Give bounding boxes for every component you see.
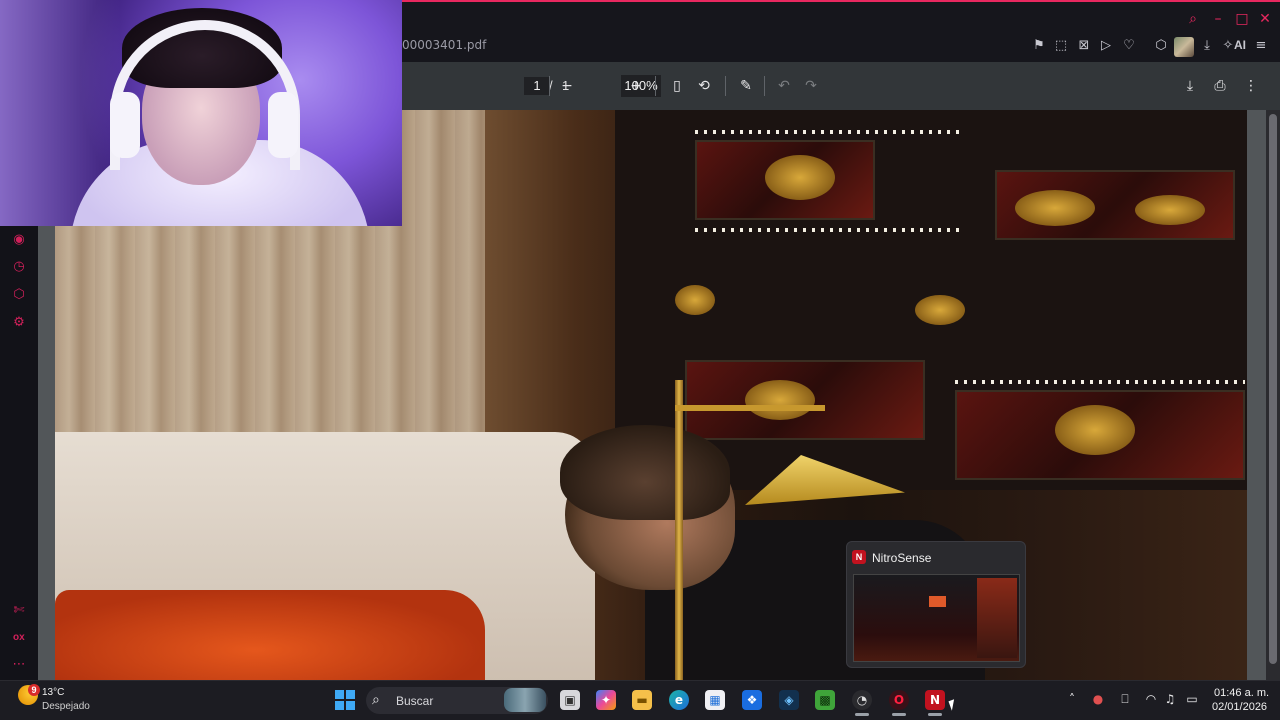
- zoom-out-icon[interactable]: −: [557, 76, 577, 96]
- ox-icon[interactable]: ox: [13, 632, 25, 643]
- volume-icon[interactable]: ♫: [1162, 691, 1178, 707]
- microphone-icon[interactable]: ⎕: [1117, 691, 1133, 707]
- headphone-earcup: [268, 92, 298, 158]
- nitrosense-icon: N: [852, 550, 866, 564]
- opera-gx-icon[interactable]: O: [889, 690, 909, 710]
- security-icon[interactable]: ●: [1090, 691, 1106, 707]
- history-icon[interactable]: ◷: [11, 259, 27, 275]
- weather-desc[interactable]: Despejado: [42, 701, 90, 712]
- preview-title: NitroSense: [872, 551, 932, 565]
- nitrosense-icon[interactable]: N: [925, 690, 945, 710]
- ai-label[interactable]: AI: [1234, 38, 1246, 52]
- wifi-icon[interactable]: ◠: [1143, 691, 1159, 707]
- extensions-icon[interactable]: ⬡: [11, 287, 27, 303]
- weather-badge: 9: [28, 684, 40, 696]
- undo-icon[interactable]: ↶: [774, 76, 794, 96]
- chrome-icon[interactable]: ◔: [852, 690, 872, 710]
- minimize-icon[interactable]: –: [1210, 10, 1226, 28]
- screenshot-icon[interactable]: ⬚: [1052, 37, 1070, 55]
- lamp-pole: [675, 380, 683, 680]
- download-icon[interactable]: ⤓: [1180, 76, 1200, 96]
- scrollbar-thumb[interactable]: [1269, 114, 1277, 664]
- chevron-up-icon[interactable]: ˄: [1064, 691, 1080, 707]
- divider: [549, 76, 550, 96]
- tab-url[interactable]: 00003401.pdf: [402, 38, 486, 52]
- play-icon[interactable]: ▷: [1097, 37, 1115, 55]
- print-icon[interactable]: ⎙: [1210, 76, 1230, 96]
- cabinet: [615, 110, 1247, 490]
- rotate-icon[interactable]: ⟲: [694, 76, 714, 96]
- app-running-indicator: [928, 713, 942, 716]
- search-icon[interactable]: ⌕: [1185, 10, 1201, 28]
- app-running-indicator: [892, 713, 906, 716]
- app-running-indicator: [855, 713, 869, 716]
- page-number-input[interactable]: 1: [524, 77, 550, 95]
- battery-icon[interactable]: ▭: [1184, 691, 1200, 707]
- task-view-icon[interactable]: ▣: [560, 690, 580, 710]
- download-icon[interactable]: ⤓: [1198, 37, 1216, 55]
- annotate-icon[interactable]: ✎: [736, 76, 756, 96]
- file-explorer-icon[interactable]: ▬: [632, 690, 652, 710]
- webcam-overlay: [0, 0, 402, 226]
- search-icon: ⌕: [372, 692, 380, 708]
- scrollbar[interactable]: [1266, 110, 1280, 680]
- store-icon[interactable]: ▦: [705, 690, 725, 710]
- weather-temp[interactable]: 13°C: [42, 687, 64, 698]
- pin-icon[interactable]: ✄: [11, 603, 27, 619]
- close-icon[interactable]: ✕: [1257, 10, 1273, 28]
- clock-time[interactable]: 01:46 a. m.: [1214, 687, 1269, 699]
- person-hair: [560, 425, 730, 520]
- app-icon[interactable]: ◈: [779, 690, 799, 710]
- redo-icon[interactable]: ↷: [801, 76, 821, 96]
- divider: [655, 76, 656, 96]
- settings-icon[interactable]: ⚙: [11, 315, 27, 331]
- divider: [725, 76, 726, 96]
- clock-date[interactable]: 02/01/2026: [1212, 701, 1267, 713]
- close-square-icon[interactable]: ⊠: [1075, 37, 1093, 55]
- more-icon[interactable]: ⋯: [11, 657, 27, 673]
- extensions-icon[interactable]: ⬡: [1152, 37, 1170, 55]
- dropbox-icon[interactable]: ❖: [742, 690, 762, 710]
- more-options-icon[interactable]: ⋮: [1241, 76, 1261, 96]
- player-icon[interactable]: ◉: [11, 232, 27, 248]
- minecraft-icon[interactable]: ▩: [815, 690, 835, 710]
- lamp-arm: [675, 405, 825, 411]
- divider: [764, 76, 765, 96]
- search-highlight-image: [504, 688, 546, 712]
- copilot-icon[interactable]: ✦: [596, 690, 616, 710]
- start-icon[interactable]: [335, 690, 355, 710]
- zoom-in-icon[interactable]: +: [626, 76, 646, 96]
- edge-icon[interactable]: e: [669, 690, 689, 710]
- profile-avatar[interactable]: [1174, 37, 1194, 57]
- pin-icon[interactable]: ⚑: [1030, 37, 1048, 55]
- pillow: [55, 590, 485, 680]
- maximize-icon[interactable]: □: [1234, 10, 1250, 28]
- fit-page-icon[interactable]: ▯: [667, 76, 687, 96]
- menu-icon[interactable]: ≡: [1252, 37, 1270, 55]
- heart-icon[interactable]: ♡: [1120, 37, 1138, 55]
- headphone-earcup: [110, 92, 140, 158]
- search-placeholder[interactable]: Buscar: [396, 694, 433, 708]
